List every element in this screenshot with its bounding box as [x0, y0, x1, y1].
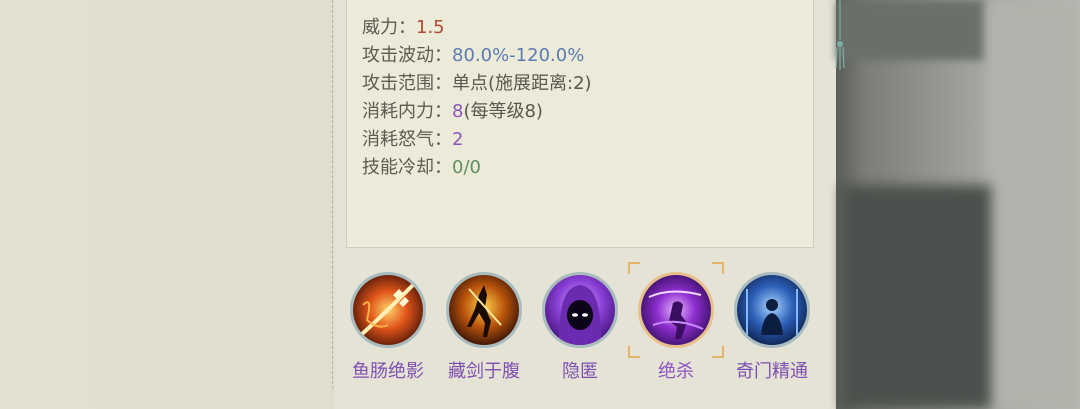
attr-rage-cost: 消耗怒气：2	[362, 126, 463, 154]
shadow-strike-icon	[638, 272, 714, 348]
game-scene-background	[836, 0, 1080, 409]
blue-meditation-icon	[734, 272, 810, 348]
left-background	[0, 0, 335, 409]
attr-value: 单点(施展距离:2)	[452, 73, 592, 94]
skill-slot-yuchang-jueying[interactable]: 鱼肠绝影	[340, 268, 436, 393]
attr-label: 消耗怒气：	[362, 129, 452, 150]
skill-name: 藏剑于腹	[448, 361, 520, 382]
tassel-ornament-icon	[835, 0, 845, 70]
attr-label: 技能冷却：	[362, 157, 452, 178]
attr-power: 威力：1.5	[362, 14, 445, 42]
hooded-figure-icon	[542, 272, 618, 348]
attr-value: 2	[452, 129, 464, 150]
attr-value: 80.0%-120.0%	[452, 45, 585, 66]
skill-name: 奇门精通	[736, 361, 808, 382]
attr-value: 8	[452, 101, 464, 122]
attr-label: 攻击波动：	[362, 45, 452, 66]
flaming-warrior-icon	[446, 272, 522, 348]
divider	[332, 0, 333, 389]
skill-list: 鱼肠绝影 藏剑于腹 隐匿 绝杀 奇门精通	[340, 262, 830, 393]
skill-detail-box: 威力：1.5 攻击波动：80.0%-120.0% 攻击范围：单点(施展距离:2)…	[346, 0, 814, 248]
attr-value: 1.5	[416, 17, 445, 38]
attr-label: 攻击范围：	[362, 73, 452, 94]
skill-name: 鱼肠绝影	[352, 361, 424, 382]
attr-mp-cost: 消耗内力：8(每等级8)	[362, 98, 543, 126]
attr-value: 0/0	[452, 157, 481, 178]
attr-label: 威力：	[362, 17, 416, 38]
attr-label: 消耗内力：	[362, 101, 452, 122]
skill-slot-qimen-jingtong[interactable]: 奇门精通	[724, 268, 820, 393]
skill-slot-cangjian-yufu[interactable]: 藏剑于腹	[436, 268, 532, 393]
skill-name: 隐匿	[562, 361, 598, 382]
skill-name: 绝杀	[658, 361, 694, 382]
skill-slot-yinni[interactable]: 隐匿	[532, 268, 628, 393]
attr-attack-fluctuation: 攻击波动：80.0%-120.0%	[362, 42, 584, 70]
skill-slot-jueSha[interactable]: 绝杀	[628, 262, 724, 393]
attr-cooldown: 技能冷却：0/0	[362, 154, 481, 182]
fiery-blade-icon	[350, 272, 426, 348]
attr-attack-range: 攻击范围：单点(施展距离:2)	[362, 70, 592, 98]
attr-value-suffix: (每等级8)	[463, 101, 543, 122]
